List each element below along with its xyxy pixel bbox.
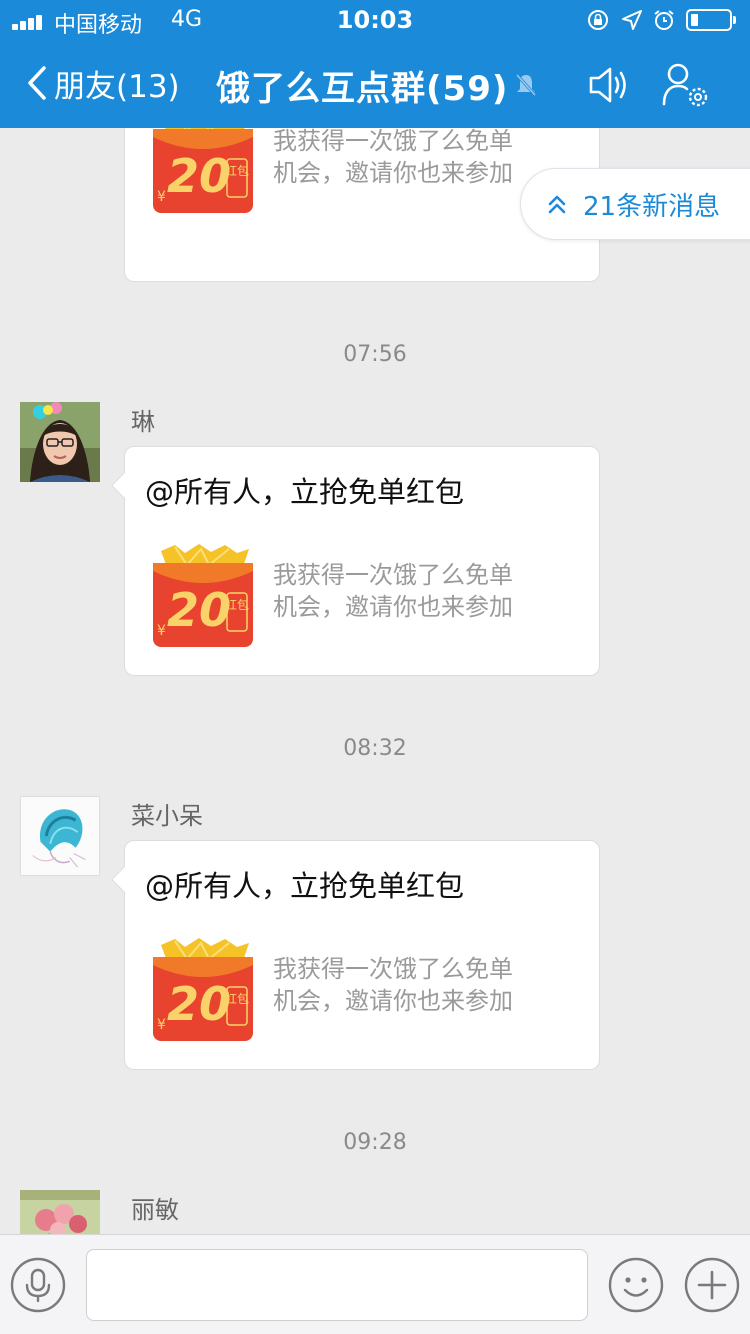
card-amount: 20 — [167, 149, 232, 203]
chat-title: 饿了么互点群(59) — [216, 60, 538, 110]
chat-area[interactable]: 红包 ¥ 20 我获得一次饿了么免单 机会，邀请你也来参加 07:56 琳 @所… — [0, 128, 750, 1234]
message-timestamp: 08:32 — [343, 736, 407, 761]
avatar[interactable] — [20, 1190, 100, 1234]
card-currency: ¥ — [157, 623, 166, 639]
message-text: @所有人，立抢免单红包 — [145, 475, 465, 509]
card-description: 我获得一次饿了么免单 机会，邀请你也来参加 — [273, 561, 513, 621]
sender-name: 丽敏 — [131, 1196, 179, 1224]
new-messages-label: 21条新消息 — [583, 191, 721, 222]
message-timestamp: 07:56 — [343, 342, 407, 367]
card-currency: ¥ — [157, 189, 166, 205]
card-description: 我获得一次饿了么免单 机会，邀请你也来参加 — [273, 955, 513, 1015]
message-bubble[interactable]: @所有人，立抢免单红包 红包 ¥ 20 我获得一次饿了么免单 机会，邀请你也来参… — [111, 446, 600, 676]
sender-name: 琳 — [131, 408, 155, 436]
sender-name: 菜小呆 — [131, 802, 203, 830]
chevron-left-icon — [28, 66, 46, 100]
status-bar: 中国移动 4G 10:03 — [0, 0, 750, 40]
new-messages-button[interactable]: 21条新消息 — [520, 168, 750, 240]
bubble-tail — [111, 472, 138, 499]
back-button[interactable]: 朋友(13) — [26, 58, 180, 108]
avatar-photo — [21, 797, 99, 875]
avatar-photo — [20, 402, 100, 482]
bubble-tail — [111, 866, 138, 893]
message-input[interactable] — [86, 1249, 588, 1321]
card-amount: 20 — [167, 583, 232, 637]
battery-icon — [686, 9, 736, 31]
top-bar: 中国移动 4G 10:03 朋友(13) 饿了么互点群(59) — [0, 0, 750, 128]
message-timestamp: 09:28 — [343, 1130, 407, 1155]
avatar[interactable] — [20, 796, 100, 876]
location-icon — [622, 10, 642, 30]
avatar[interactable] — [20, 402, 100, 482]
plus-icon[interactable] — [684, 1257, 740, 1313]
group-name: 饿了么互点群(59) — [216, 68, 509, 109]
card-currency: ¥ — [157, 1017, 166, 1033]
nav-bar: 朋友(13) 饿了么互点群(59) — [0, 40, 750, 128]
group-settings-icon[interactable] — [660, 60, 712, 112]
message-bubble[interactable]: @所有人，立抢免单红包 红包 ¥ 20 我获得一次饿了么免单 机会，邀请你也来参… — [111, 840, 600, 1070]
muted-bell-icon — [516, 73, 537, 97]
back-label: 朋友(13) — [54, 68, 180, 105]
card-amount: 20 — [167, 977, 232, 1031]
message-text: @所有人，立抢免单红包 — [145, 869, 465, 903]
emoji-icon[interactable] — [608, 1257, 664, 1313]
avatar-photo — [20, 1190, 100, 1234]
speaker-icon[interactable] — [586, 62, 632, 108]
double-chevron-up-icon — [548, 195, 566, 214]
alarm-icon — [654, 10, 674, 30]
input-bar — [0, 1234, 750, 1334]
voice-input-icon[interactable] — [10, 1257, 66, 1313]
orientation-lock-icon — [588, 10, 608, 30]
